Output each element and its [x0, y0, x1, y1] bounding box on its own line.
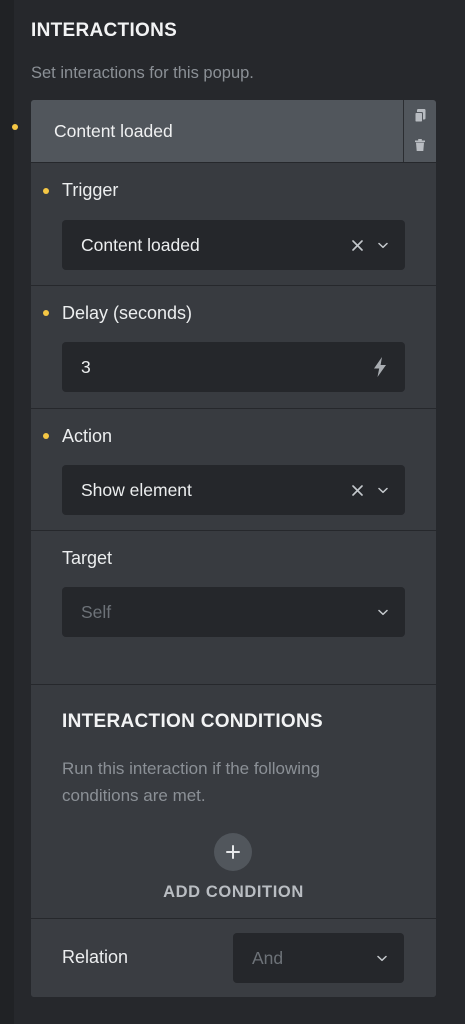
- interaction-card: Content loaded Trigger Content loaded De…: [31, 100, 436, 997]
- relation-placeholder: And: [252, 948, 284, 968]
- bolt-icon[interactable]: [368, 342, 392, 392]
- chevron-down-icon[interactable]: [372, 220, 394, 270]
- interaction-header-title: Content loaded: [54, 121, 173, 141]
- modified-indicator-dot: [43, 188, 49, 194]
- modified-indicator-dot: [43, 433, 49, 439]
- divider: [31, 530, 436, 531]
- delay-label: Delay (seconds): [62, 303, 193, 323]
- trigger-value: Content loaded: [81, 235, 200, 255]
- relation-label: Relation: [62, 947, 129, 967]
- chevron-down-icon[interactable]: [372, 465, 394, 515]
- add-condition-button[interactable]: [214, 833, 252, 871]
- clear-icon[interactable]: [348, 465, 366, 515]
- action-select[interactable]: Show element: [62, 465, 405, 515]
- section-title: INTERACTIONS: [31, 20, 178, 41]
- clear-icon[interactable]: [348, 220, 366, 270]
- trash-icon: [415, 139, 425, 151]
- divider: [31, 162, 436, 163]
- action-value: Show element: [81, 480, 192, 500]
- add-condition-label[interactable]: ADD CONDITION: [31, 883, 436, 902]
- divider: [31, 408, 436, 409]
- target-placeholder: Self: [81, 602, 112, 622]
- delay-input[interactable]: 3: [62, 342, 405, 392]
- trigger-select[interactable]: Content loaded: [62, 220, 405, 270]
- trigger-label: Trigger: [62, 180, 119, 200]
- relation-row: Relation And: [31, 919, 436, 997]
- divider: [31, 285, 436, 286]
- panel-left-edge: [0, 0, 14, 1024]
- relation-select[interactable]: And: [233, 933, 404, 983]
- modified-indicator-dot: [43, 310, 49, 316]
- plus-icon: [226, 845, 240, 859]
- delete-button[interactable]: [404, 130, 436, 160]
- section-description: Set interactions for this popup.: [31, 64, 254, 82]
- interaction-header-actions: [404, 100, 436, 162]
- chevron-down-icon[interactable]: [372, 587, 394, 637]
- target-select[interactable]: Self: [62, 587, 405, 637]
- conditions-title: INTERACTION CONDITIONS: [62, 711, 323, 732]
- interaction-header[interactable]: Content loaded: [31, 100, 404, 162]
- action-label: Action: [62, 426, 113, 446]
- modified-indicator-dot: [12, 124, 18, 130]
- chevron-down-icon[interactable]: [371, 933, 393, 983]
- conditions-description: Run this interaction if the following co…: [62, 759, 320, 805]
- divider: [31, 684, 436, 685]
- duplicate-button[interactable]: [404, 101, 436, 131]
- target-label: Target: [62, 548, 113, 568]
- delay-value: 3: [81, 357, 91, 377]
- copy-icon: [414, 109, 426, 123]
